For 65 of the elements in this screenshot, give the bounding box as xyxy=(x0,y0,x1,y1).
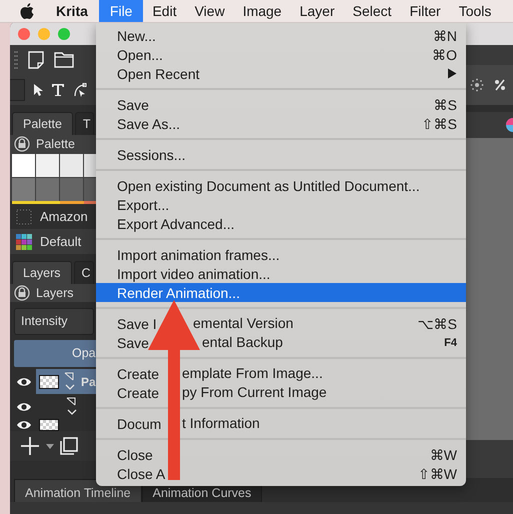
percent-icon[interactable] xyxy=(494,79,506,91)
menu-item[interactable]: Render Animation... xyxy=(96,283,466,302)
layer-thumbnail xyxy=(39,419,59,431)
pointer-icon[interactable] xyxy=(33,83,43,97)
menu-item[interactable]: Docum t Information xyxy=(96,414,466,433)
layer-thumbnail xyxy=(39,374,59,388)
menu-bar-item[interactable]: Tools xyxy=(450,0,500,22)
palette-grid-icon xyxy=(16,234,32,250)
lock-icon[interactable] xyxy=(14,136,30,152)
app-menu[interactable]: Krita xyxy=(47,0,97,22)
apple-logo-icon[interactable] xyxy=(20,3,34,19)
path-tool-icon[interactable] xyxy=(73,83,87,97)
color-swatch[interactable] xyxy=(60,154,83,177)
panel-tab[interactable]: Palette xyxy=(12,112,73,135)
sparkle-icon[interactable] xyxy=(470,78,484,92)
folder-icon[interactable] xyxy=(54,52,74,68)
color-swatch[interactable] xyxy=(36,178,59,201)
caret-icon[interactable] xyxy=(46,444,54,448)
menu-item[interactable]: Create py From Current Image xyxy=(96,383,466,402)
panel-title: Layers xyxy=(36,286,74,300)
menu-item[interactable]: Create emplate From Image... xyxy=(96,364,466,383)
menu-item[interactable]: Open... ⌘O xyxy=(96,45,466,64)
menu-bar-item[interactable]: Edit xyxy=(143,0,186,22)
menu-bar-item[interactable]: Select xyxy=(344,0,401,22)
menu-item[interactable]: Export Advanced... xyxy=(96,214,466,233)
lock-icon[interactable] xyxy=(14,285,30,301)
menu-item[interactable]: Import animation frames... xyxy=(96,245,466,264)
menu-item[interactable]: Sessions... xyxy=(96,145,466,164)
panel-tab[interactable]: C xyxy=(74,261,94,284)
panel-title: Palette xyxy=(36,137,75,151)
menu-item[interactable]: Save I emental Version ⌥⌘S xyxy=(96,314,466,333)
menu-item[interactable]: Save ⌘S xyxy=(96,95,466,114)
add-icon[interactable] xyxy=(20,436,40,456)
new-document-icon[interactable] xyxy=(28,51,44,69)
menu-bar-item[interactable]: View xyxy=(186,0,234,22)
panel-tab[interactable]: T xyxy=(74,112,94,135)
eye-icon[interactable] xyxy=(16,376,32,388)
menu-bar-item[interactable]: File xyxy=(98,0,144,22)
layer-properties-icon[interactable] xyxy=(66,396,78,416)
blend-mode-dropdown[interactable]: Intensity xyxy=(14,308,94,335)
menu-bar-item[interactable]: Image xyxy=(234,0,291,22)
layer-row[interactable]: Pa xyxy=(36,369,96,394)
eye-icon[interactable] xyxy=(16,400,32,412)
menu-item[interactable]: Save ental Backup F4 xyxy=(96,333,466,352)
palette-row[interactable]: Default xyxy=(10,229,96,254)
color-swatch[interactable] xyxy=(36,154,59,177)
duplicate-icon[interactable] xyxy=(60,437,78,455)
panel-tab[interactable]: Animation Timeline xyxy=(14,479,142,502)
menu-item[interactable]: Close ⌘W xyxy=(96,445,466,464)
menu-item[interactable]: Open Recent xyxy=(96,64,466,83)
panel-tab[interactable]: Layers xyxy=(12,261,72,284)
menu-item[interactable]: Open existing Document as Untitled Document... xyxy=(96,176,466,195)
opacity-slider[interactable]: Opa xyxy=(14,340,96,367)
menu-bar-item[interactable]: Filter xyxy=(400,0,450,22)
menu-item[interactable]: Import video animation... xyxy=(96,264,466,283)
empty-palette-icon xyxy=(16,208,32,224)
menu-item[interactable]: Save As... ⇧⌘S xyxy=(96,114,466,133)
menu-item[interactable]: New... ⌘N xyxy=(96,26,466,45)
color-swatch[interactable] xyxy=(60,178,83,201)
text-tool-icon[interactable] xyxy=(51,83,65,97)
eye-icon[interactable] xyxy=(16,419,32,431)
color-swatch[interactable] xyxy=(12,178,35,201)
menu-item[interactable]: Export... xyxy=(96,195,466,214)
color-swatch[interactable] xyxy=(12,154,35,177)
menu-bar-item[interactable]: Layer xyxy=(290,0,344,22)
